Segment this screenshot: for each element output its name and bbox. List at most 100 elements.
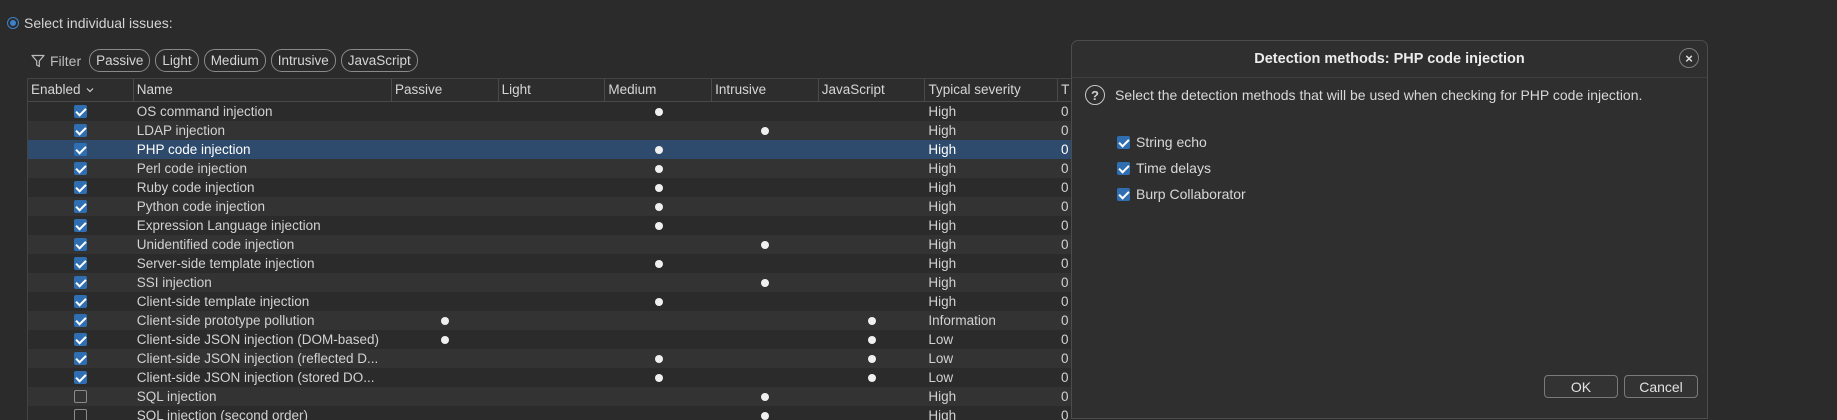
option-time-delays[interactable]: Time delays — [1117, 155, 1246, 181]
javascript-dot-icon — [868, 316, 877, 325]
enabled-checkbox[interactable] — [74, 200, 88, 213]
javascript-cell — [819, 406, 926, 420]
intrusive-cell — [712, 311, 819, 330]
table-row[interactable]: SQL injection (second order) High 0 — [28, 406, 1078, 420]
enabled-checkbox[interactable] — [74, 124, 88, 137]
severity-cell: Low — [928, 332, 954, 347]
issue-name: SQL injection — [136, 389, 217, 404]
severity-cell: High — [928, 408, 957, 420]
detection-method-options: String echo Time delays Burp Collaborato… — [1117, 129, 1246, 207]
table-row[interactable]: SSI injection High 0 — [28, 273, 1078, 292]
table-row[interactable]: Perl code injection High 0 — [28, 159, 1078, 178]
table-row[interactable]: PHP code injection High 0 — [28, 140, 1078, 159]
enabled-checkbox[interactable] — [74, 333, 88, 346]
enabled-checkbox[interactable] — [74, 295, 88, 308]
enabled-cell — [28, 102, 134, 121]
column-header-enabled-label: Enabled — [31, 82, 81, 97]
time-delays-checkbox[interactable] — [1117, 161, 1130, 175]
table-row[interactable]: LDAP injection High 0 — [28, 121, 1078, 140]
filter-funnel-icon — [31, 54, 45, 67]
passive-cell — [392, 159, 499, 178]
intrusive-cell — [712, 102, 819, 121]
enabled-checkbox[interactable] — [74, 409, 88, 420]
cancel-button[interactable]: Cancel — [1624, 375, 1698, 398]
enabled-checkbox[interactable] — [74, 143, 88, 156]
light-cell — [499, 121, 606, 140]
javascript-cell — [819, 387, 926, 406]
column-header-name[interactable]: Name — [134, 79, 392, 101]
enabled-checkbox[interactable] — [74, 257, 88, 270]
radio-selected-icon[interactable] — [7, 17, 19, 29]
column-header-medium[interactable]: Medium — [605, 79, 713, 101]
table-row[interactable]: Client-side template injection High 0 — [28, 292, 1078, 311]
enabled-checkbox[interactable] — [74, 390, 88, 403]
javascript-dot-icon — [868, 354, 877, 363]
filter-button[interactable]: Filter — [31, 53, 81, 69]
enabled-checkbox[interactable] — [74, 352, 88, 365]
filter-chip-javascript[interactable]: JavaScript — [340, 49, 418, 72]
issue-name: Client-side template injection — [136, 294, 310, 309]
medium-cell — [605, 102, 712, 121]
enabled-checkbox[interactable] — [74, 371, 88, 384]
issue-name: Perl code injection — [136, 161, 248, 176]
enabled-cell — [28, 273, 134, 292]
table-row[interactable]: Client-side JSON injection (DOM-based) Lo… — [28, 330, 1078, 349]
ok-button[interactable]: OK — [1544, 375, 1618, 398]
enabled-checkbox[interactable] — [74, 219, 88, 232]
filter-chip-passive[interactable]: Passive — [89, 49, 151, 72]
table-row[interactable]: Unidentified code injection High 0 — [28, 235, 1078, 254]
enabled-checkbox[interactable] — [74, 181, 88, 194]
filter-chip-medium[interactable]: Medium — [203, 49, 266, 72]
passive-cell — [392, 254, 499, 273]
string-echo-checkbox[interactable] — [1117, 135, 1130, 149]
intrusive-cell — [712, 254, 819, 273]
table-row[interactable]: Server-side template injection High 0 — [28, 254, 1078, 273]
table-row[interactable]: Client-side JSON injection (reflected D.… — [28, 349, 1078, 368]
table-row[interactable]: Client-side JSON injection (stored DO...… — [28, 368, 1078, 387]
enabled-cell — [28, 159, 134, 178]
light-cell — [499, 102, 606, 121]
medium-cell — [605, 197, 712, 216]
table-row[interactable]: OS command injection High 0 — [28, 102, 1078, 121]
enabled-checkbox[interactable] — [74, 162, 88, 175]
table-row[interactable]: Ruby code injection High 0 — [28, 178, 1078, 197]
close-icon[interactable]: × — [1679, 48, 1699, 68]
column-header-enabled[interactable]: Enabled — [28, 79, 134, 101]
enabled-checkbox[interactable] — [74, 276, 88, 289]
medium-cell — [605, 311, 712, 330]
enabled-checkbox[interactable] — [74, 238, 88, 251]
javascript-dot-icon — [868, 335, 877, 344]
javascript-cell — [819, 121, 926, 140]
severity-cell: Low — [928, 351, 954, 366]
passive-dot-icon — [441, 316, 450, 325]
enabled-checkbox[interactable] — [74, 105, 88, 118]
issue-name: OS command injection — [136, 104, 273, 119]
table-row[interactable]: SQL injection High 0 — [28, 387, 1078, 406]
passive-cell — [392, 292, 499, 311]
dialog-title-bar: Detection methods: PHP code injection × — [1072, 41, 1707, 78]
javascript-cell — [819, 159, 926, 178]
filter-chip-intrusive[interactable]: Intrusive — [270, 49, 336, 72]
light-cell — [499, 311, 606, 330]
issue-name: SSI injection — [136, 275, 212, 290]
column-header-passive[interactable]: Passive — [392, 79, 499, 101]
column-header-light[interactable]: Light — [499, 79, 606, 101]
intrusive-dot-icon — [761, 240, 770, 249]
table-row[interactable]: Client-side prototype pollution Informati… — [28, 311, 1078, 330]
option-string-echo[interactable]: String echo — [1117, 129, 1246, 155]
table-row[interactable]: Expression Language injection High 0 — [28, 216, 1078, 235]
burp-collaborator-checkbox[interactable] — [1117, 187, 1130, 201]
medium-dot-icon — [654, 164, 663, 173]
column-header-javascript[interactable]: JavaScript — [819, 79, 926, 101]
enabled-cell — [28, 292, 134, 311]
select-individual-issues-option[interactable]: Select individual issues: — [7, 15, 173, 31]
issue-name: Server-side template injection — [136, 256, 315, 271]
enabled-checkbox[interactable] — [74, 314, 88, 327]
column-header-intrusive[interactable]: Intrusive — [712, 79, 819, 101]
table-row[interactable]: Python code injection High 0 — [28, 197, 1078, 216]
filter-chip-light[interactable]: Light — [155, 49, 199, 72]
javascript-cell — [819, 102, 926, 121]
option-burp-collaborator[interactable]: Burp Collaborator — [1117, 181, 1246, 207]
column-header-typical-severity[interactable]: Typical severity — [925, 79, 1059, 101]
passive-cell — [392, 121, 499, 140]
